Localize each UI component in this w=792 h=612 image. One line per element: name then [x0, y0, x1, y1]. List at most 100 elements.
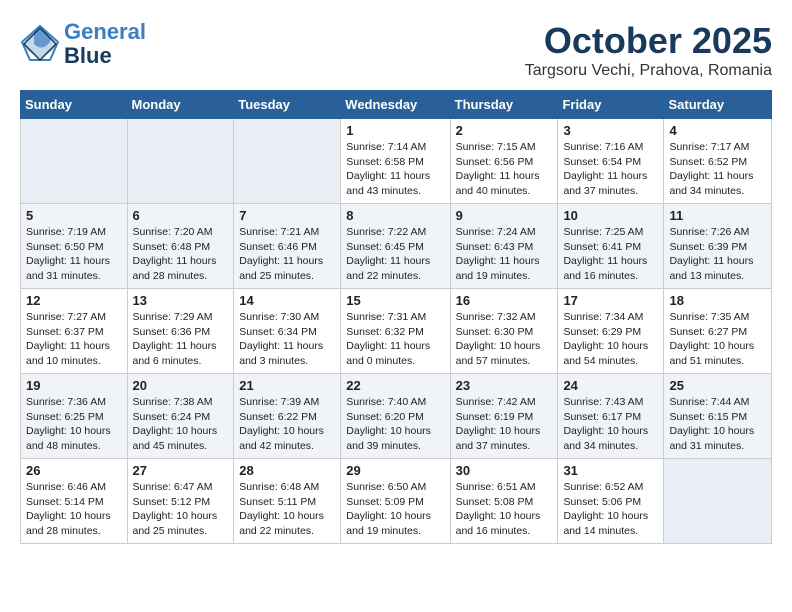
calendar-cell: 21 Sunrise: 7:39 AMSunset: 6:22 PMDayligh…: [234, 374, 341, 459]
calendar-cell: 22 Sunrise: 7:40 AMSunset: 6:20 PMDayligh…: [341, 374, 450, 459]
cell-content: Sunrise: 7:38 AMSunset: 6:24 PMDaylight:…: [133, 395, 229, 454]
calendar-cell: 24 Sunrise: 7:43 AMSunset: 6:17 PMDayligh…: [558, 374, 664, 459]
cell-content: Sunrise: 7:21 AMSunset: 6:46 PMDaylight:…: [239, 225, 335, 284]
cell-content: Sunrise: 6:46 AMSunset: 5:14 PMDaylight:…: [26, 480, 122, 539]
calendar-cell: 8 Sunrise: 7:22 AMSunset: 6:45 PMDaylight…: [341, 204, 450, 289]
calendar-cell: 20 Sunrise: 7:38 AMSunset: 6:24 PMDayligh…: [127, 374, 234, 459]
weekday-header-sunday: Sunday: [21, 91, 128, 119]
calendar-cell: 29 Sunrise: 6:50 AMSunset: 5:09 PMDayligh…: [341, 459, 450, 544]
calendar-cell: 31 Sunrise: 6:52 AMSunset: 5:06 PMDayligh…: [558, 459, 664, 544]
cell-content: Sunrise: 7:25 AMSunset: 6:41 PMDaylight:…: [563, 225, 658, 284]
cell-content: Sunrise: 7:34 AMSunset: 6:29 PMDaylight:…: [563, 310, 658, 369]
day-number: 3: [563, 123, 658, 138]
calendar-cell: 27 Sunrise: 6:47 AMSunset: 5:12 PMDayligh…: [127, 459, 234, 544]
day-number: 5: [26, 208, 122, 223]
logo: GeneralBlue: [20, 20, 146, 68]
cell-content: Sunrise: 7:16 AMSunset: 6:54 PMDaylight:…: [563, 140, 658, 199]
week-row-2: 5 Sunrise: 7:19 AMSunset: 6:50 PMDaylight…: [21, 204, 772, 289]
day-number: 16: [456, 293, 553, 308]
calendar-cell: 23 Sunrise: 7:42 AMSunset: 6:19 PMDayligh…: [450, 374, 558, 459]
cell-content: Sunrise: 7:24 AMSunset: 6:43 PMDaylight:…: [456, 225, 553, 284]
cell-content: Sunrise: 7:44 AMSunset: 6:15 PMDaylight:…: [669, 395, 766, 454]
calendar-cell: 28Sunrise: 6:48 AMSunset: 5:11 PMDayligh…: [234, 459, 341, 544]
weekday-header-tuesday: Tuesday: [234, 91, 341, 119]
day-number: 22: [346, 378, 444, 393]
day-number: 8: [346, 208, 444, 223]
cell-content: Sunrise: 7:40 AMSunset: 6:20 PMDaylight:…: [346, 395, 444, 454]
logo-text: GeneralBlue: [64, 20, 146, 68]
day-number: 13: [133, 293, 229, 308]
cell-content: Sunrise: 7:43 AMSunset: 6:17 PMDaylight:…: [563, 395, 658, 454]
cell-content: Sunrise: 6:47 AMSunset: 5:12 PMDaylight:…: [133, 480, 229, 539]
weekday-header-saturday: Saturday: [664, 91, 772, 119]
calendar-cell: 13 Sunrise: 7:29 AMSunset: 6:36 PMDayligh…: [127, 289, 234, 374]
day-number: 20: [133, 378, 229, 393]
cell-content: Sunrise: 7:26 AMSunset: 6:39 PMDaylight:…: [669, 225, 766, 284]
day-number: 6: [133, 208, 229, 223]
cell-content: Sunrise: 7:35 AMSunset: 6:27 PMDaylight:…: [669, 310, 766, 369]
title-block: October 2025 Targsoru Vechi, Prahova, Ro…: [525, 20, 772, 80]
day-number: 23: [456, 378, 553, 393]
cell-content: Sunrise: 7:27 AMSunset: 6:37 PMDaylight:…: [26, 310, 122, 369]
day-number: 7: [239, 208, 335, 223]
calendar-cell: 26 Sunrise: 6:46 AMSunset: 5:14 PMDayligh…: [21, 459, 128, 544]
day-number: 12: [26, 293, 122, 308]
week-row-5: 26 Sunrise: 6:46 AMSunset: 5:14 PMDayligh…: [21, 459, 772, 544]
week-row-4: 19 Sunrise: 7:36 AMSunset: 6:25 PMDayligh…: [21, 374, 772, 459]
day-number: 29: [346, 463, 444, 478]
calendar-cell: [664, 459, 772, 544]
day-number: 11: [669, 208, 766, 223]
month-title: October 2025: [525, 20, 772, 62]
calendar-cell: 2Sunrise: 7:15 AMSunset: 6:56 PMDaylight…: [450, 119, 558, 204]
calendar-cell: 30 Sunrise: 6:51 AMSunset: 5:08 PMDayligh…: [450, 459, 558, 544]
calendar-cell: 15 Sunrise: 7:31 AMSunset: 6:32 PMDayligh…: [341, 289, 450, 374]
day-number: 15: [346, 293, 444, 308]
weekday-header-row: SundayMondayTuesdayWednesdayThursdayFrid…: [21, 91, 772, 119]
weekday-header-monday: Monday: [127, 91, 234, 119]
calendar-cell: 19 Sunrise: 7:36 AMSunset: 6:25 PMDayligh…: [21, 374, 128, 459]
cell-content: Sunrise: 7:29 AMSunset: 6:36 PMDaylight:…: [133, 310, 229, 369]
cell-content: Sunrise: 7:42 AMSunset: 6:19 PMDaylight:…: [456, 395, 553, 454]
day-number: 30: [456, 463, 553, 478]
cell-content: Sunrise: 6:52 AMSunset: 5:06 PMDaylight:…: [563, 480, 658, 539]
calendar-cell: 14Sunrise: 7:30 AMSunset: 6:34 PMDayligh…: [234, 289, 341, 374]
weekday-header-friday: Friday: [558, 91, 664, 119]
cell-content: Sunrise: 7:31 AMSunset: 6:32 PMDaylight:…: [346, 310, 444, 369]
calendar-cell: [127, 119, 234, 204]
cell-content: Sunrise: 7:32 AMSunset: 6:30 PMDaylight:…: [456, 310, 553, 369]
location: Targsoru Vechi, Prahova, Romania: [525, 62, 772, 80]
cell-content: Sunrise: 7:39 AMSunset: 6:22 PMDaylight:…: [239, 395, 335, 454]
day-number: 21: [239, 378, 335, 393]
day-number: 4: [669, 123, 766, 138]
calendar-cell: 25Sunrise: 7:44 AMSunset: 6:15 PMDayligh…: [664, 374, 772, 459]
cell-content: Sunrise: 7:22 AMSunset: 6:45 PMDaylight:…: [346, 225, 444, 284]
calendar-cell: 17 Sunrise: 7:34 AMSunset: 6:29 PMDayligh…: [558, 289, 664, 374]
day-number: 14: [239, 293, 335, 308]
calendar-cell: 7 Sunrise: 7:21 AMSunset: 6:46 PMDaylight…: [234, 204, 341, 289]
calendar-cell: 9 Sunrise: 7:24 AMSunset: 6:43 PMDaylight…: [450, 204, 558, 289]
day-number: 10: [563, 208, 658, 223]
cell-content: Sunrise: 7:19 AMSunset: 6:50 PMDaylight:…: [26, 225, 122, 284]
cell-content: Sunrise: 7:36 AMSunset: 6:25 PMDaylight:…: [26, 395, 122, 454]
cell-content: Sunrise: 7:17 AMSunset: 6:52 PMDaylight:…: [669, 140, 766, 199]
day-number: 17: [563, 293, 658, 308]
calendar-cell: 11 Sunrise: 7:26 AMSunset: 6:39 PMDayligh…: [664, 204, 772, 289]
calendar-cell: [234, 119, 341, 204]
cell-content: Sunrise: 7:14 AMSunset: 6:58 PMDaylight:…: [346, 140, 444, 199]
cell-content: Sunrise: 6:51 AMSunset: 5:08 PMDaylight:…: [456, 480, 553, 539]
calendar-cell: 3 Sunrise: 7:16 AMSunset: 6:54 PMDaylight…: [558, 119, 664, 204]
cell-content: Sunrise: 7:20 AMSunset: 6:48 PMDaylight:…: [133, 225, 229, 284]
calendar-cell: 18 Sunrise: 7:35 AMSunset: 6:27 PMDayligh…: [664, 289, 772, 374]
day-number: 19: [26, 378, 122, 393]
calendar-cell: 1Sunrise: 7:14 AMSunset: 6:58 PMDaylight…: [341, 119, 450, 204]
day-number: 31: [563, 463, 658, 478]
day-number: 9: [456, 208, 553, 223]
day-number: 27: [133, 463, 229, 478]
day-number: 18: [669, 293, 766, 308]
day-number: 26: [26, 463, 122, 478]
day-number: 24: [563, 378, 658, 393]
week-row-3: 12 Sunrise: 7:27 AMSunset: 6:37 PMDayligh…: [21, 289, 772, 374]
cell-content: Sunrise: 6:48 AMSunset: 5:11 PMDaylight:…: [239, 480, 335, 539]
cell-content: Sunrise: 6:50 AMSunset: 5:09 PMDaylight:…: [346, 480, 444, 539]
weekday-header-thursday: Thursday: [450, 91, 558, 119]
